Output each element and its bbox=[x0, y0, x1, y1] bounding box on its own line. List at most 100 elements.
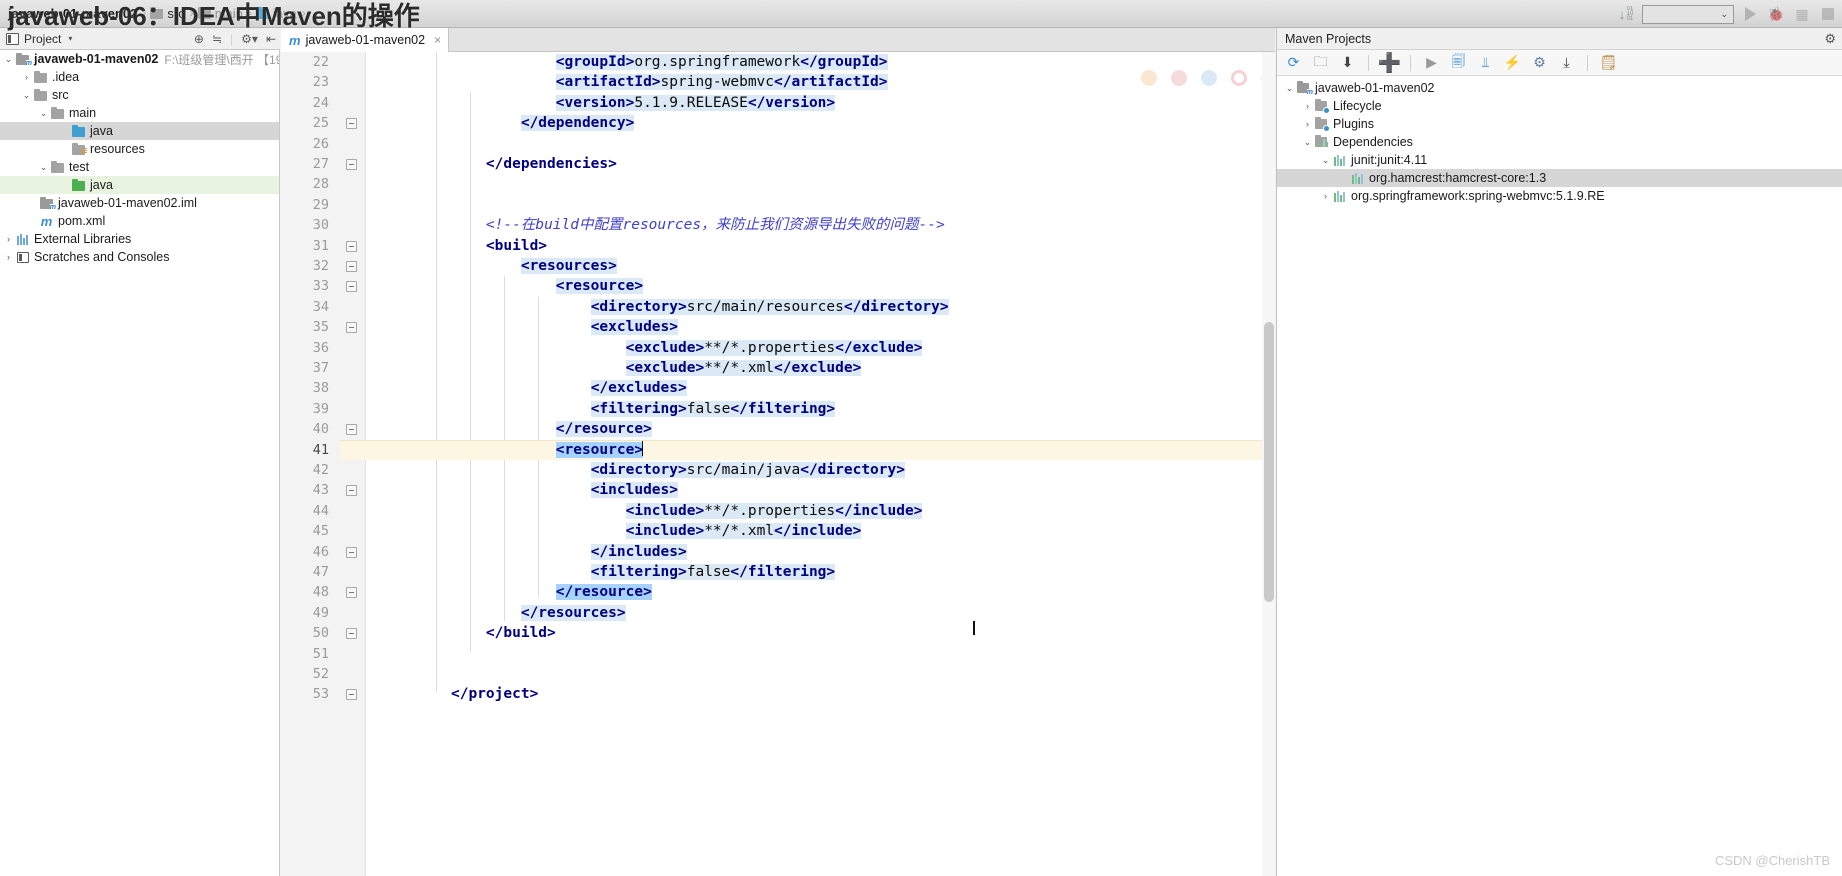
code-line[interactable]: <directory>src/main/resources</directory… bbox=[451, 297, 949, 317]
expand-collapse-icon[interactable]: ≒ bbox=[212, 32, 222, 46]
download-sources-icon[interactable]: ⬇ bbox=[1339, 54, 1356, 71]
tree-row-test[interactable]: ⌄ test bbox=[0, 158, 279, 176]
tree-row-scratches[interactable]: › Scratches and Consoles bbox=[0, 248, 279, 266]
maven-row-hamcrest[interactable]: org.hamcrest:hamcrest-core:1.3 bbox=[1277, 169, 1842, 187]
tree-row-src[interactable]: ⌄ src bbox=[0, 86, 279, 104]
code-line[interactable]: </dependencies> bbox=[451, 154, 617, 174]
chevron-right-icon[interactable]: › bbox=[1301, 101, 1314, 111]
add-icon[interactable]: ➕ bbox=[1378, 53, 1402, 74]
code-line[interactable]: <build> bbox=[451, 236, 547, 256]
chevron-down-icon[interactable]: ⌄ bbox=[1283, 83, 1296, 94]
show-dependencies-icon[interactable]: ⚙ bbox=[1531, 54, 1548, 71]
code-line[interactable]: <exclude>**/*.properties</exclude> bbox=[451, 338, 923, 358]
code-line[interactable]: </excludes> bbox=[451, 378, 687, 398]
code-line[interactable]: <groupId>org.springframework</groupId> bbox=[451, 52, 888, 72]
fold-toggle-icon[interactable] bbox=[346, 587, 357, 599]
maven-row-junit[interactable]: ⌄ junit:junit:4.11 bbox=[1277, 151, 1842, 169]
debug-icon[interactable]: 🐞 bbox=[1766, 4, 1786, 24]
maven-tree[interactable]: ⌄ m javaweb-01-maven02 › Lifecycle › Plu… bbox=[1277, 76, 1842, 205]
code-line[interactable]: <artifactId>spring-webmvc</artifactId> bbox=[451, 72, 888, 92]
code-line[interactable]: <directory>src/main/java</directory> bbox=[451, 460, 905, 480]
code-line[interactable]: <resource> bbox=[451, 440, 644, 460]
toggle-skip-tests-icon[interactable]: ⫫ bbox=[1477, 54, 1494, 71]
chevron-down-icon[interactable]: ▾ bbox=[68, 34, 72, 43]
settings-icon[interactable]: 🗒 bbox=[1600, 54, 1618, 71]
tree-row-pom[interactable]: m pom.xml bbox=[0, 212, 279, 230]
fold-toggle-icon[interactable] bbox=[346, 322, 357, 334]
execute-goal-icon[interactable]: ⚡ bbox=[1504, 54, 1521, 71]
code-lines[interactable]: <groupId>org.springframework</groupId> <… bbox=[366, 52, 1275, 876]
code-line[interactable]: </resources> bbox=[451, 603, 626, 623]
gear-icon[interactable]: ⚙ bbox=[1824, 31, 1836, 47]
chevron-down-icon[interactable]: ⌄ bbox=[37, 162, 50, 173]
chevron-right-icon[interactable]: › bbox=[1301, 119, 1314, 129]
code-line[interactable]: </includes> bbox=[451, 542, 687, 562]
run-maven-build-icon[interactable]: 🗐 bbox=[1450, 53, 1467, 71]
download-update-icon[interactable]: ↓ 01 10 01 bbox=[1616, 4, 1636, 24]
tree-row-project[interactable]: ⌄ m javaweb-01-maven02 F:\班级管理\西开 【19525… bbox=[0, 50, 279, 68]
reimport-icon[interactable]: ⟳ bbox=[1285, 54, 1302, 71]
hide-icon[interactable]: ⇤ bbox=[266, 32, 276, 46]
tree-row-external-libraries[interactable]: › External Libraries bbox=[0, 230, 279, 248]
tree-row-main-java[interactable]: java bbox=[0, 122, 279, 140]
maven-projects-panel[interactable]: Maven Projects ⚙ ⟳ 🗀 ⬇ ➕ ▶ 🗐 ⫫ ⚡ ⚙ ⤓ 🗒 ⌄… bbox=[1276, 28, 1842, 876]
fold-toggle-icon[interactable] bbox=[346, 118, 357, 130]
fold-toggle-icon[interactable] bbox=[346, 261, 357, 272]
stop-icon[interactable] bbox=[1818, 4, 1838, 24]
editor-scrollbar[interactable] bbox=[1262, 52, 1275, 876]
chevron-down-icon[interactable]: ⌄ bbox=[1301, 137, 1314, 148]
maven-row-dependencies[interactable]: ⌄ Dependencies bbox=[1277, 133, 1842, 151]
project-tree[interactable]: ⌄ m javaweb-01-maven02 F:\班级管理\西开 【19525… bbox=[0, 50, 280, 876]
gear-icon[interactable]: ⚙▾ bbox=[241, 32, 258, 46]
chevron-right-icon[interactable]: › bbox=[20, 72, 33, 82]
maven-row-plugins[interactable]: › Plugins bbox=[1277, 115, 1842, 133]
generate-sources-icon[interactable]: 🗀 bbox=[1312, 53, 1329, 71]
scrollbar-thumb[interactable] bbox=[1264, 322, 1274, 602]
fold-toggle-icon[interactable] bbox=[346, 281, 357, 293]
code-line[interactable]: <exclude>**/*.xml</exclude> bbox=[451, 358, 862, 378]
chevron-right-icon[interactable]: › bbox=[2, 252, 15, 262]
tree-row-resources[interactable]: resources bbox=[0, 140, 279, 158]
fold-toggle-icon[interactable] bbox=[346, 546, 357, 558]
tree-row-idea[interactable]: › .idea bbox=[0, 68, 279, 86]
maven-row-spring-webmvc[interactable]: › org.springframework:spring-webmvc:5.1.… bbox=[1277, 187, 1842, 205]
code-line[interactable]: <include>**/*.properties</include> bbox=[451, 501, 923, 521]
fold-toggle-icon[interactable] bbox=[346, 628, 357, 640]
code-line[interactable]: <resource> bbox=[451, 276, 644, 296]
run-icon[interactable]: ▶ bbox=[1423, 54, 1440, 71]
code-line[interactable]: </dependency> bbox=[451, 113, 635, 133]
chevron-down-icon[interactable]: ⌄ bbox=[2, 54, 15, 65]
chevron-right-icon[interactable]: › bbox=[1319, 191, 1332, 201]
code-line[interactable]: <excludes> bbox=[451, 317, 678, 337]
run-icon[interactable] bbox=[1740, 4, 1760, 24]
chevron-right-icon[interactable]: › bbox=[2, 234, 15, 244]
chevron-down-icon[interactable]: ⌄ bbox=[37, 108, 50, 119]
tree-row-iml[interactable]: m javaweb-01-maven02.iml bbox=[0, 194, 279, 212]
fold-toggle-icon[interactable] bbox=[346, 485, 357, 497]
locate-icon[interactable]: ⊕ bbox=[194, 32, 204, 46]
close-icon[interactable]: × bbox=[434, 33, 441, 47]
code-line[interactable]: </project> bbox=[451, 684, 538, 704]
code-line[interactable]: <includes> bbox=[451, 480, 678, 500]
fold-toggle-icon[interactable] bbox=[346, 240, 357, 252]
fold-toggle-icon[interactable] bbox=[346, 159, 357, 170]
code-line[interactable]: </resource> bbox=[451, 582, 652, 602]
collapse-all-icon[interactable]: ⤓ bbox=[1558, 54, 1575, 71]
fold-toggle-icon[interactable] bbox=[346, 424, 357, 436]
chevron-down-icon[interactable]: ⌄ bbox=[20, 90, 33, 101]
run-configuration-select[interactable]: ⌄ bbox=[1642, 4, 1734, 24]
code-line[interactable]: <filtering>false</filtering> bbox=[451, 399, 836, 419]
code-line[interactable]: <version>5.1.9.RELEASE</version> bbox=[451, 93, 836, 113]
code-line[interactable]: <include>**/*.xml</include> bbox=[451, 521, 862, 541]
code-line[interactable]: </resource> bbox=[451, 419, 652, 439]
maven-row-project[interactable]: ⌄ m javaweb-01-maven02 bbox=[1277, 79, 1842, 97]
coverage-icon[interactable]: ▦ bbox=[1792, 4, 1812, 24]
tree-row-main[interactable]: ⌄ main bbox=[0, 104, 279, 122]
code-line[interactable]: </build> bbox=[451, 623, 556, 643]
chevron-down-icon[interactable]: ⌄ bbox=[1319, 155, 1332, 166]
maven-row-lifecycle[interactable]: › Lifecycle bbox=[1277, 97, 1842, 115]
code-line[interactable]: <!--在build中配置resources，来防止我们资源导出失败的问题--> bbox=[451, 215, 945, 235]
code-editor[interactable]: 22 23 24 25 26 27 28 29 30 31 32 33 34 35 36 37 38 39 40 41… bbox=[281, 52, 1275, 876]
tree-row-test-java[interactable]: java bbox=[0, 176, 279, 194]
code-line[interactable]: <filtering>false</filtering> bbox=[451, 562, 836, 582]
